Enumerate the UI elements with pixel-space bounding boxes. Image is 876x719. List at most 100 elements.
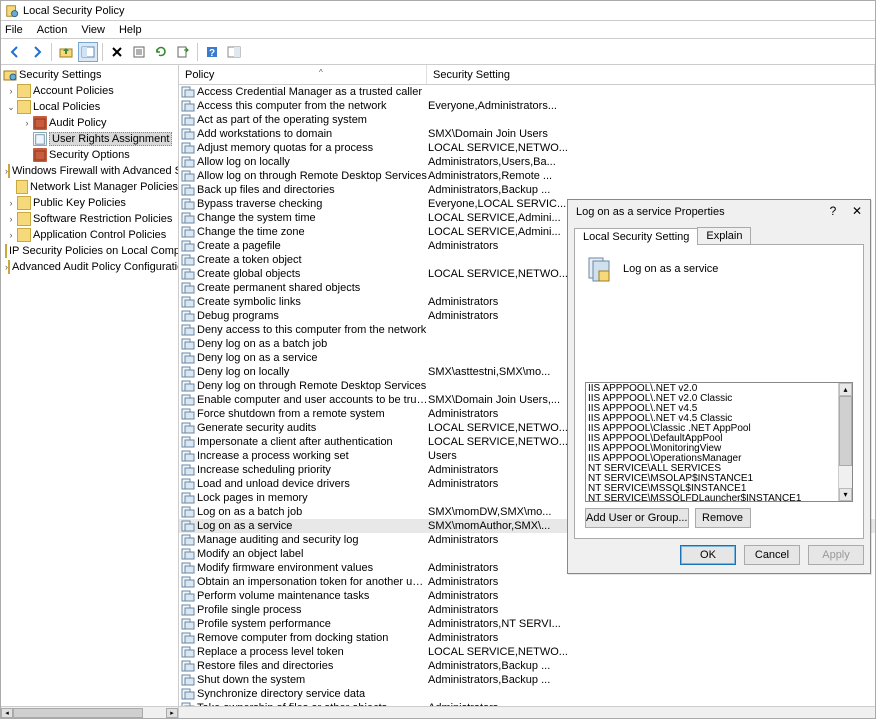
policy-row[interactable]: Adjust memory quotas for a processLOCAL … (179, 141, 875, 155)
policy-row[interactable]: Back up files and directoriesAdministrat… (179, 183, 875, 197)
expander-icon[interactable]: › (5, 230, 17, 240)
tab-local-security-setting[interactable]: Local Security Setting (574, 228, 698, 245)
column-header-setting[interactable]: Security Setting (427, 65, 875, 84)
policy-name: Remove computer from docking station (197, 632, 428, 644)
menu-help[interactable]: Help (119, 24, 142, 36)
policy-item-icon (181, 702, 195, 706)
tree-item[interactable]: IP Security Policies on Local Compute (1, 243, 178, 259)
tree-node-icon (33, 116, 47, 130)
expander-icon[interactable]: › (5, 198, 17, 208)
expander-icon[interactable]: › (21, 118, 33, 128)
help-button[interactable]: ? (202, 42, 222, 62)
scroll-thumb[interactable] (13, 708, 143, 718)
folder-icon (17, 228, 31, 242)
tree-item[interactable]: User Rights Assignment (1, 131, 178, 147)
policy-item-icon (181, 562, 195, 574)
policy-setting: Administrators,Backup ... (428, 674, 875, 686)
tree-root[interactable]: Security Settings (1, 67, 178, 83)
policy-item-icon (181, 100, 195, 112)
policy-item-icon (181, 128, 195, 140)
policy-setting: Administrators (428, 590, 875, 602)
policy-row[interactable]: Remove computer from docking stationAdmi… (179, 631, 875, 645)
policy-row[interactable]: Allow log on through Remote Desktop Serv… (179, 169, 875, 183)
tree-item[interactable]: ›Audit Policy (1, 115, 178, 131)
forward-button[interactable] (27, 42, 47, 62)
policy-setting: Administrators (428, 576, 875, 588)
policy-item-icon (181, 324, 195, 336)
policy-row[interactable]: Take ownership of files or other objects… (179, 701, 875, 706)
delete-button[interactable] (107, 42, 127, 62)
tree-pane-toggle-button[interactable] (78, 42, 98, 62)
folder-icon (8, 164, 10, 178)
tree-item-label: Software Restriction Policies (33, 213, 172, 225)
policy-row[interactable]: Restore files and directoriesAdministrat… (179, 659, 875, 673)
policy-row[interactable]: Add workstations to domainSMX\Domain Joi… (179, 127, 875, 141)
up-folder-button[interactable] (56, 42, 76, 62)
policy-name: Change the system time (197, 212, 428, 224)
listbox-scrollbar[interactable]: ▴ ▾ (838, 383, 852, 501)
dialog-close-button[interactable]: ✕ (846, 202, 868, 220)
expander-icon[interactable]: › (5, 214, 17, 224)
scroll-down-arrow[interactable]: ▾ (839, 488, 852, 501)
expander-icon[interactable]: › (5, 86, 17, 96)
refresh-button[interactable] (151, 42, 171, 62)
policy-item-icon (181, 408, 195, 420)
policy-row[interactable]: Obtain an impersonation token for anothe… (179, 575, 875, 589)
policy-item-icon (181, 296, 195, 308)
tree-item[interactable]: ⌄Local Policies (1, 99, 178, 115)
tree-item[interactable]: › Software Restriction Policies (1, 211, 178, 227)
policy-row[interactable]: Allow log on locallyAdministrators,Users… (179, 155, 875, 169)
policy-name: Replace a process level token (197, 646, 428, 658)
properties-button[interactable] (129, 42, 149, 62)
policy-row[interactable]: Synchronize directory service data (179, 687, 875, 701)
menu-action[interactable]: Action (37, 24, 68, 36)
policy-item-icon (181, 240, 195, 252)
scroll-track[interactable] (13, 708, 166, 718)
dialog-title-bar[interactable]: Log on as a service Properties ? ✕ (568, 200, 870, 224)
policy-item-icon (181, 548, 195, 560)
tree-item[interactable]: ›Advanced Audit Policy Configuration (1, 259, 178, 275)
principals-listbox[interactable]: IIS APPPOOL\.NET v2.0IIS APPPOOL\.NET v2… (585, 382, 853, 502)
cancel-button[interactable]: Cancel (744, 545, 800, 565)
expander-icon[interactable]: ⌄ (5, 102, 17, 113)
scroll-left-arrow[interactable]: ◂ (1, 708, 13, 718)
separator (197, 43, 198, 61)
tree-item[interactable]: Security Options (1, 147, 178, 163)
menu-file[interactable]: File (5, 24, 23, 36)
scroll-thumb[interactable] (839, 396, 852, 466)
policy-row[interactable]: Access Credential Manager as a trusted c… (179, 85, 875, 99)
show-hide-console-tree-button[interactable] (224, 42, 244, 62)
scroll-up-arrow[interactable]: ▴ (839, 383, 852, 396)
policy-row[interactable]: Perform volume maintenance tasksAdminist… (179, 589, 875, 603)
dialog-help-button[interactable]: ? (822, 202, 844, 220)
window-title-bar: Local Security Policy (1, 1, 875, 21)
principal-item[interactable]: NT SERVICE\MSSQLFDLauncher$INSTANCE1 (588, 494, 850, 502)
policy-item-icon (181, 198, 195, 210)
tree-item[interactable]: ›Account Policies (1, 83, 178, 99)
tab-explain[interactable]: Explain (697, 227, 751, 244)
remove-button[interactable]: Remove (695, 508, 751, 528)
policy-row[interactable]: Profile single processAdministrators (179, 603, 875, 617)
ok-button[interactable]: OK (680, 545, 736, 565)
menu-view[interactable]: View (81, 24, 105, 36)
tree-item[interactable]: Network List Manager Policies (1, 179, 178, 195)
policy-row[interactable]: Act as part of the operating system (179, 113, 875, 127)
policy-setting: Administrators,Remote ... (428, 170, 875, 182)
column-header-policy[interactable]: Policy (179, 65, 427, 84)
tree-item-label: Application Control Policies (33, 229, 166, 241)
apply-button[interactable]: Apply (808, 545, 864, 565)
policy-row[interactable]: Replace a process level tokenLOCAL SERVI… (179, 645, 875, 659)
policy-name: Bypass traverse checking (197, 198, 428, 210)
policy-row[interactable]: Profile system performanceAdministrators… (179, 617, 875, 631)
policy-item-icon (181, 212, 195, 224)
tree-item[interactable]: › Application Control Policies (1, 227, 178, 243)
back-button[interactable] (5, 42, 25, 62)
scroll-right-arrow[interactable]: ▸ (166, 708, 178, 718)
add-user-or-group-button[interactable]: Add User or Group... (585, 508, 689, 528)
export-list-button[interactable] (173, 42, 193, 62)
tree-item-label: Security Options (49, 149, 130, 161)
policy-row[interactable]: Shut down the systemAdministrators,Backu… (179, 673, 875, 687)
policy-row[interactable]: Access this computer from the networkEve… (179, 99, 875, 113)
tree-item[interactable]: ›Public Key Policies (1, 195, 178, 211)
tree-item[interactable]: ›Windows Firewall with Advanced Sec (1, 163, 178, 179)
